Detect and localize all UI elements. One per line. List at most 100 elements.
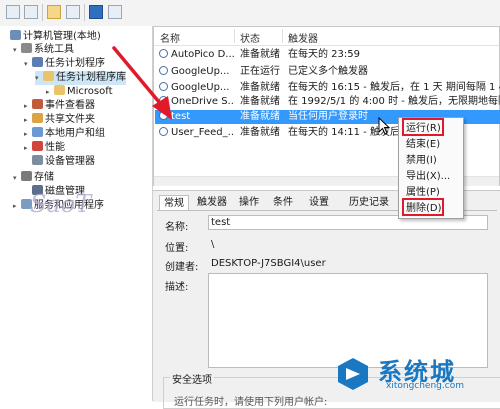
description-label: 描述: (165, 282, 189, 293)
site-logo-icon (338, 358, 368, 390)
clock-icon (32, 57, 43, 67)
tab-5[interactable]: 历史记录 (345, 195, 393, 210)
security-options-title: 安全选项 (170, 371, 214, 386)
expand-arrow-icon[interactable]: ▸ (24, 141, 32, 155)
expand-arrow-icon[interactable]: ▸ (24, 99, 32, 113)
author-label: 创建者: (165, 262, 199, 273)
computer-icon (10, 30, 21, 40)
expand-arrow-icon[interactable]: ▸ (24, 127, 32, 141)
task-name: OneDrive S... (171, 96, 235, 107)
tab-0[interactable]: 常规 (159, 195, 189, 211)
column-header-name[interactable]: 名称 (160, 30, 180, 45)
table-row[interactable]: OneDrive S... 准备就绪在 1992/5/1 的 4:00 时 - 触… (155, 95, 500, 109)
context-menu-item[interactable]: 禁用(I) (399, 153, 463, 169)
expand-arrow-icon[interactable]: ▸ (24, 113, 32, 127)
tree-item[interactable]: 计算机管理(本地) (2, 30, 101, 44)
tab-2[interactable]: 操作 (235, 195, 263, 210)
tree-item-label: 存储 (34, 172, 54, 183)
expand-arrow-icon[interactable]: ▾ (13, 43, 21, 57)
task-trigger: 在每天的 14:11 - 触发后 (288, 127, 400, 138)
task-status: 准备就绪 (240, 96, 280, 107)
folder-icon (43, 71, 54, 81)
task-trigger: 在每天的 16:15 - 触发后，在 1 天 期间每隔 1 小时 (288, 82, 500, 93)
storage-icon (21, 171, 32, 181)
tree-item[interactable]: ▾ 系统工具 (13, 43, 74, 57)
task-name: GoogleUp... (171, 82, 230, 93)
tree-item[interactable]: ▾ 存储 (13, 171, 54, 185)
list-header: 名称 状态 触发器 (154, 27, 499, 46)
tree-item[interactable]: 设备管理器 (24, 155, 95, 169)
highlight-box-delete (402, 198, 444, 216)
task-trigger: 在 1992/5/1 的 4:00 时 - 触发后，无限期地每隔 1 (288, 96, 500, 107)
author-value: DESKTOP-J7SBGI4\user (211, 258, 326, 269)
column-header-trigger[interactable]: 触发器 (288, 30, 318, 45)
task-name: AutoPico D... (171, 49, 235, 60)
table-row[interactable]: GoogleUp... 准备就绪 在每天的 16:15 - 触发后，在 1 天 期间… (155, 81, 500, 95)
expand-arrow-icon[interactable]: ▾ (24, 57, 32, 71)
folder-icon (54, 85, 65, 95)
tab-3[interactable]: 条件 (269, 195, 297, 210)
task-trigger: 在每天的 23:59 (288, 49, 360, 60)
tree-item[interactable]: ▸ 事件查看器 (24, 99, 95, 113)
table-row[interactable]: AutoPico D... 准备就绪 在每天的 23:59 (155, 48, 500, 62)
share-icon (32, 113, 43, 123)
device-icon (32, 155, 43, 165)
tree-item[interactable]: ▸ Microsoft (46, 85, 113, 99)
column-header-status[interactable]: 状态 (240, 30, 260, 45)
task-status: 准备就绪 (240, 49, 280, 60)
task-name-cell: User_Feed_... (159, 126, 235, 140)
toolbar-divider (42, 4, 43, 21)
task-name: GoogleUp... (171, 66, 230, 77)
annotation-arrow-icon (112, 46, 172, 120)
tree-item-label: 设备管理器 (45, 156, 95, 167)
users-icon (32, 127, 43, 137)
show-hide-tree-icon[interactable] (66, 5, 80, 19)
tree-item-label: 系统工具 (34, 44, 74, 55)
forward-icon[interactable] (24, 5, 38, 19)
task-status: 准备就绪 (240, 82, 280, 93)
expand-arrow-icon[interactable]: ▸ (13, 199, 21, 213)
context-menu-item[interactable]: 结束(E) (399, 137, 463, 153)
expand-arrow-icon[interactable]: ▾ (35, 71, 43, 85)
task-status: 准备就绪 (240, 127, 280, 138)
tree-item-label: 任务计划程序 (45, 58, 105, 69)
expand-arrow-icon[interactable]: ▸ (46, 85, 54, 99)
properties-icon[interactable] (108, 5, 122, 19)
event-icon (32, 99, 43, 109)
tab-1[interactable]: 触发器 (193, 195, 231, 210)
task-status: 准备就绪 (240, 111, 280, 122)
tree-item[interactable]: ▸ 性能 (24, 141, 65, 155)
context-menu-item[interactable]: 导出(X)... (399, 169, 463, 185)
tree-item-label: 计算机管理(本地) (23, 31, 101, 42)
folder-up-icon[interactable] (47, 5, 61, 19)
task-name: User_Feed_... (171, 127, 235, 138)
toolbar-divider (84, 4, 85, 21)
tree-item-label: 本地用户和组 (45, 128, 105, 139)
back-icon[interactable] (6, 5, 20, 19)
tab-4[interactable]: 设置 (305, 195, 333, 210)
tree-item[interactable]: ▾ 任务计划程序 (24, 57, 105, 71)
tools-icon (21, 43, 32, 53)
help-icon[interactable] (89, 5, 103, 19)
watermark-url: xitongcheng.com (386, 381, 464, 391)
toolbar (0, 0, 500, 27)
column-divider[interactable] (234, 29, 235, 43)
table-row[interactable]: GoogleUp... 正在运行 已定义多个触发器 (155, 65, 500, 79)
tree-item-label: Microsoft (67, 86, 113, 97)
task-clock-icon (159, 127, 168, 136)
performance-icon (32, 141, 43, 151)
watermark-left: SaoT (30, 190, 92, 218)
expand-arrow-icon[interactable]: ▾ (13, 171, 21, 185)
tree-item-label: 共享文件夹 (45, 114, 95, 125)
tree-item-label: 性能 (45, 142, 65, 153)
name-value: test (211, 217, 231, 228)
location-label: 位置: (165, 243, 189, 254)
task-trigger: 当任何用户登录时 (288, 111, 368, 122)
tree-item[interactable]: ▸ 本地用户和组 (24, 127, 105, 141)
tree-item[interactable]: ▸ 共享文件夹 (24, 113, 95, 127)
mouse-cursor-icon (378, 117, 390, 135)
tree-item-label: 事件查看器 (45, 100, 95, 111)
column-divider[interactable] (282, 29, 283, 43)
name-label: 名称: (165, 222, 189, 233)
highlight-box-run (402, 118, 444, 136)
